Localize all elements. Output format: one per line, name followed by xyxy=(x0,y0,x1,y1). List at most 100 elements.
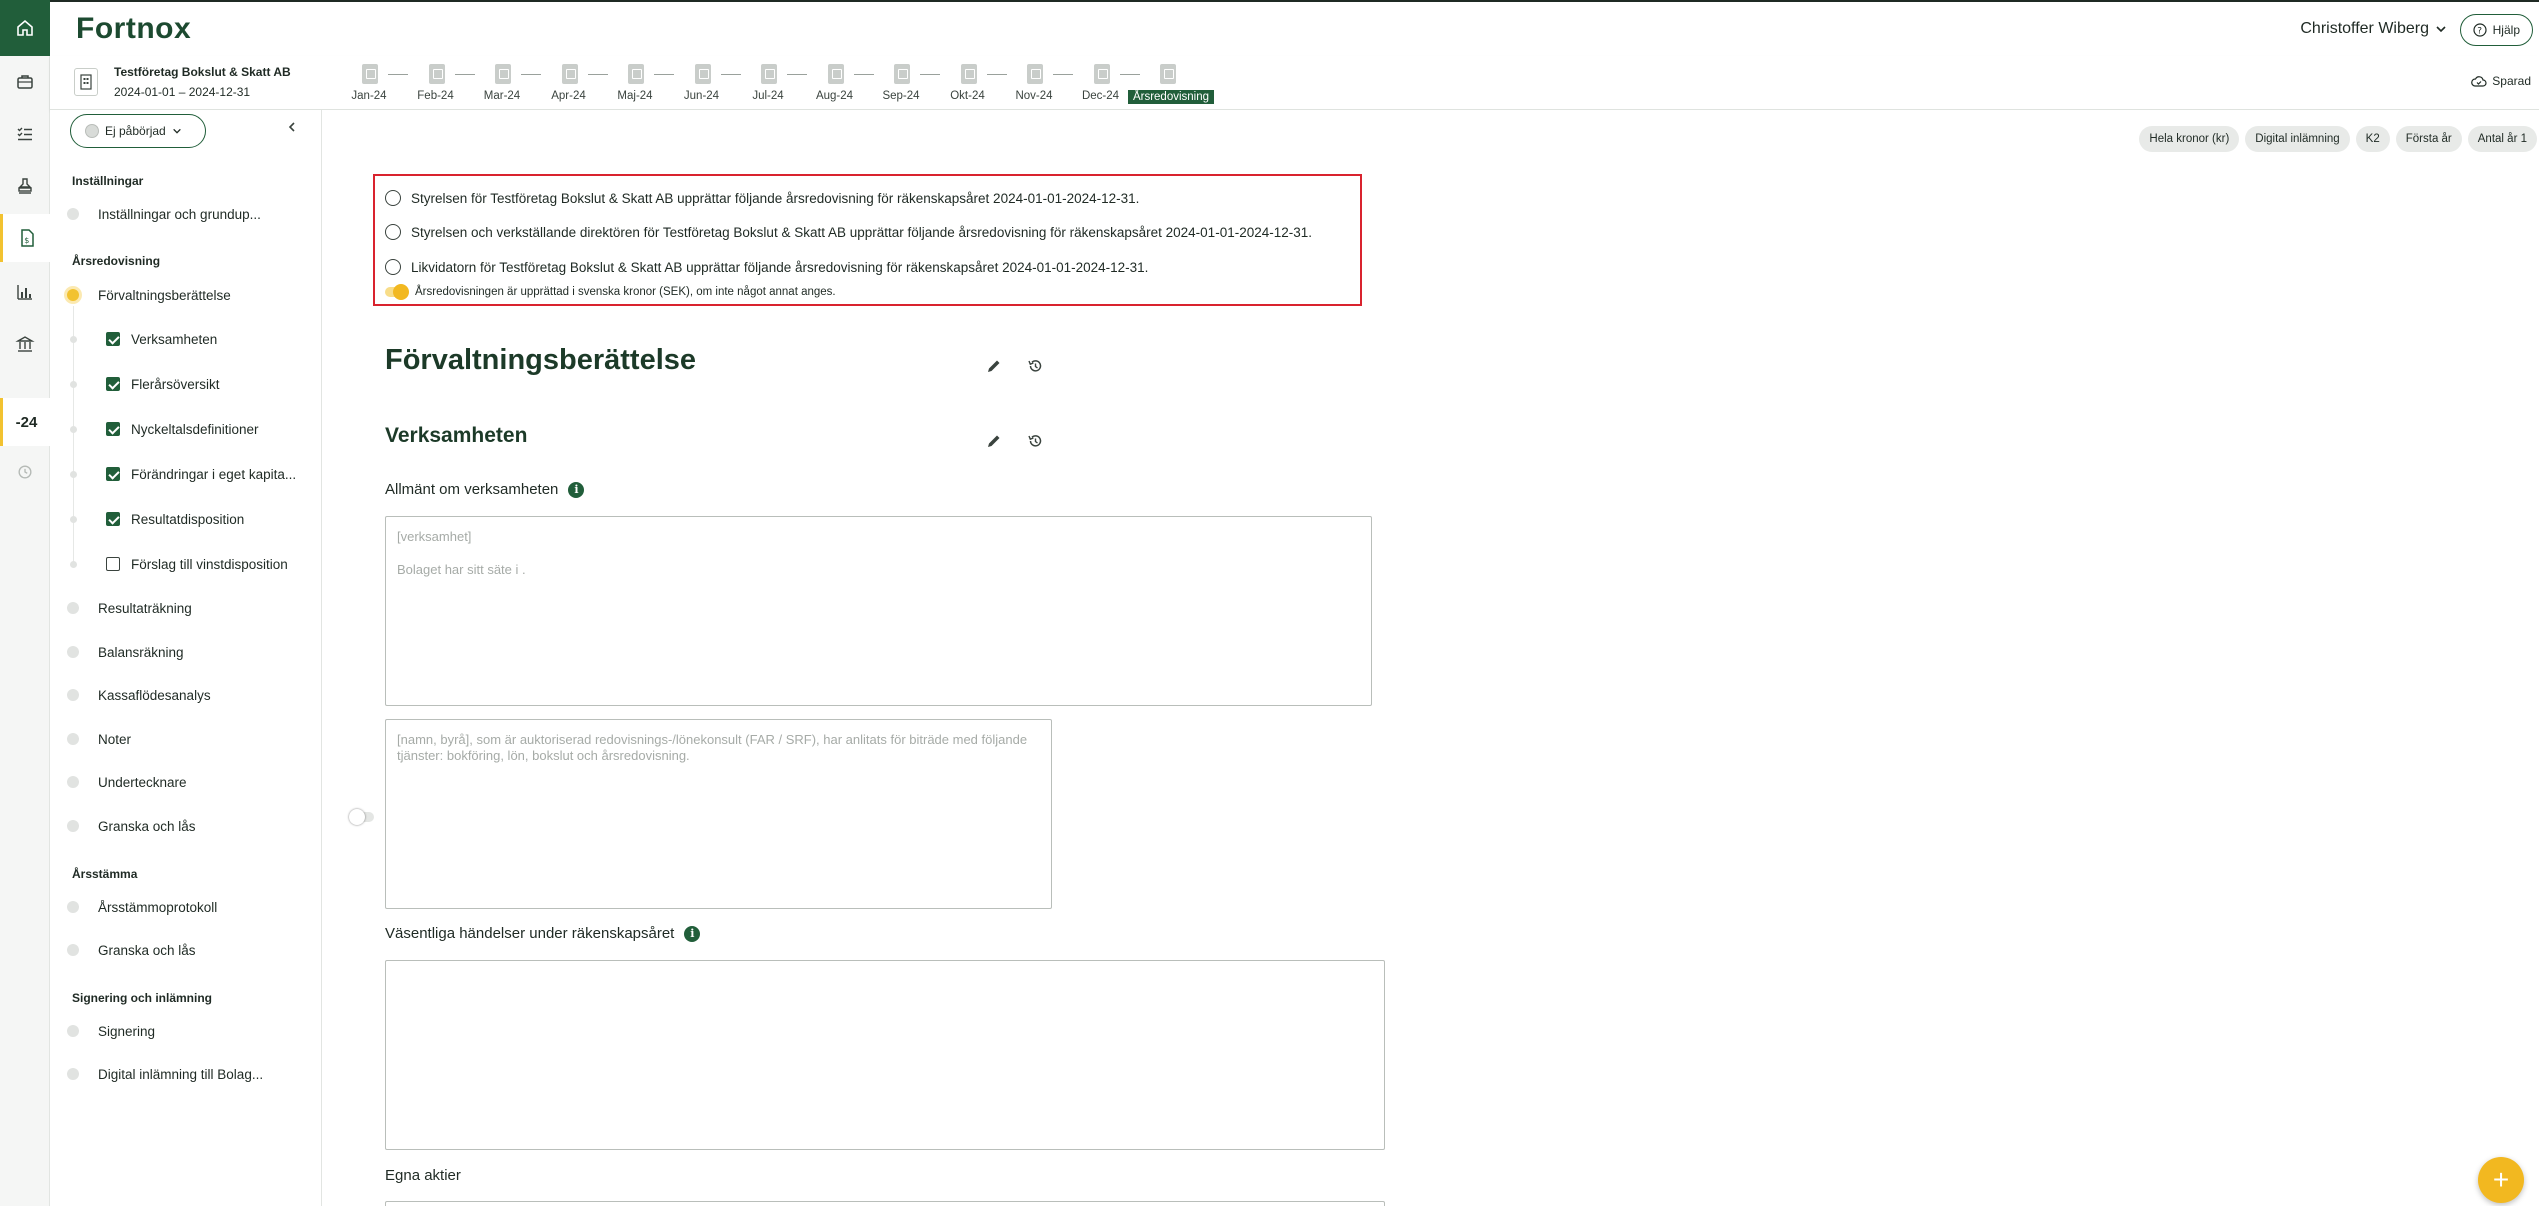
rail-history[interactable] xyxy=(0,448,50,496)
significant-events-textarea[interactable] xyxy=(385,960,1385,1150)
preparer-option-board-ceo[interactable]: Styrelsen och verkställande direktören f… xyxy=(385,221,1312,243)
month-label: Mar-24 xyxy=(483,90,521,102)
rail-year[interactable]: -24 xyxy=(0,398,50,446)
general-operations-label: Allmänt om verksamheten i xyxy=(385,481,585,498)
rail-briefcase[interactable] xyxy=(0,58,50,106)
nav-digital-submission[interactable]: Digital inlämning till Bolag... xyxy=(50,1061,322,1087)
checklist-icon xyxy=(17,127,32,141)
settings-chip[interactable]: Hela kronor (kr) xyxy=(2139,126,2240,152)
info-icon[interactable]: i xyxy=(684,925,701,942)
home-button[interactable] xyxy=(0,0,50,56)
settings-chip[interactable]: K2 xyxy=(2355,126,2390,152)
month-tab[interactable]: Jul-24 xyxy=(735,62,807,106)
checkbox-checked[interactable] xyxy=(106,422,120,436)
stamp-icon xyxy=(18,178,32,194)
nav-signing[interactable]: Signering xyxy=(50,1018,322,1044)
settings-chip[interactable]: Första år xyxy=(2395,126,2462,152)
currency-toggle-row[interactable]: Årsredovisningen är upprättad i svenska … xyxy=(385,284,836,300)
document-icon xyxy=(495,64,511,84)
month-tab[interactable]: Dec-24 xyxy=(1068,62,1140,106)
collapse-sidebar-button[interactable] xyxy=(286,120,298,138)
month-tab[interactable]: Feb-24 xyxy=(403,62,475,106)
info-icon[interactable]: i xyxy=(568,481,585,498)
nav-equity-changes[interactable]: Förändringar i eget kapita... xyxy=(50,461,322,487)
month-tab[interactable]: Sep-24 xyxy=(868,62,940,106)
nav-signatories[interactable]: Undertecknare xyxy=(50,769,322,795)
own-shares-textarea[interactable] xyxy=(385,1201,1385,1206)
significant-events-label: Väsentliga händelser under räkenskapsåre… xyxy=(385,925,701,942)
month-tab[interactable]: Aug-24 xyxy=(802,62,874,106)
checkbox-unchecked[interactable] xyxy=(106,557,120,571)
radio-button[interactable] xyxy=(385,259,401,275)
add-button[interactable]: + xyxy=(2478,1157,2524,1203)
nav-notes[interactable]: Noter xyxy=(50,726,322,752)
month-tab[interactable]: Jan-24 xyxy=(336,62,408,106)
nav-income-statement[interactable]: Resultaträkning xyxy=(50,595,322,621)
period-bar: Testföretag Bokslut & Skatt AB 2024-01-0… xyxy=(50,56,2539,110)
nav-proposal-disposition[interactable]: Förslag till vinstdisposition xyxy=(50,551,322,577)
status-dropdown[interactable]: Ej påbörjad xyxy=(70,114,206,148)
document-icon xyxy=(1093,64,1110,84)
nav-agm-minutes[interactable]: Årsstämmoprotokoll xyxy=(50,894,322,920)
rail-chart[interactable] xyxy=(0,268,50,316)
nav-key-ratios[interactable]: Nyckeltalsdefinitioner xyxy=(50,416,322,442)
month-tab[interactable]: Nov-24 xyxy=(1001,62,1073,106)
month-tab[interactable]: Okt-24 xyxy=(935,62,1007,106)
title-history-button[interactable] xyxy=(1023,354,1047,378)
document-icon xyxy=(428,64,445,84)
rail-checklist[interactable] xyxy=(0,110,50,158)
history-icon xyxy=(1028,360,1042,372)
nav-balance-sheet[interactable]: Balansräkning xyxy=(50,639,322,665)
tab-annual-report[interactable]: Årsredovisning xyxy=(1128,62,1214,106)
app-rail: $ -24 xyxy=(0,0,50,1206)
nav-cash-flow[interactable]: Kassaflödesanalys xyxy=(50,682,322,708)
rail-annual-report[interactable]: $ xyxy=(0,214,50,262)
active-step-dot xyxy=(67,289,79,301)
radio-button[interactable] xyxy=(385,190,401,206)
month-tab[interactable]: Mar-24 xyxy=(469,62,541,106)
rail-stamp[interactable] xyxy=(0,162,50,210)
chevron-down-icon xyxy=(172,128,181,134)
rail-bank[interactable] xyxy=(0,320,50,368)
month-label: Sep-24 xyxy=(882,90,920,102)
user-menu[interactable]: Christoffer Wiberg xyxy=(2300,20,2447,38)
checkbox-checked[interactable] xyxy=(106,512,120,526)
pencil-icon xyxy=(988,360,1000,372)
edit-title-button[interactable] xyxy=(982,354,1006,378)
nav-settings[interactable]: Inställningar och grundup... xyxy=(50,201,322,227)
nav-operations[interactable]: Verksamheten xyxy=(50,326,322,352)
settings-chip[interactable]: Digital inlämning xyxy=(2245,126,2350,152)
general-operations-textarea[interactable]: [verksamhet] Bolaget har sitt säte i . xyxy=(385,516,1372,706)
month-tab[interactable]: Maj-24 xyxy=(602,62,674,106)
consultant-toggle[interactable] xyxy=(349,809,374,825)
month-label: Maj-24 xyxy=(617,90,653,102)
preparer-option-liquidator[interactable]: Likvidatorn för Testföretag Bokslut & Sk… xyxy=(385,256,1148,278)
edit-section-button[interactable] xyxy=(982,429,1006,453)
nav-agm-review-lock[interactable]: Granska och lås xyxy=(50,937,322,963)
section-history-button[interactable] xyxy=(1023,429,1047,453)
preparer-option-board[interactable]: Styrelsen för Testföretag Bokslut & Skat… xyxy=(385,187,1139,209)
month-tab[interactable]: Jun-24 xyxy=(669,62,741,106)
checkbox-checked[interactable] xyxy=(106,377,120,391)
checkbox-checked[interactable] xyxy=(106,467,120,481)
checkbox-checked[interactable] xyxy=(106,332,120,346)
home-icon xyxy=(17,19,33,36)
document-icon xyxy=(362,64,378,84)
month-tab[interactable]: Apr-24 xyxy=(536,62,608,106)
company-name: Testföretag Bokslut & Skatt AB xyxy=(114,65,291,79)
nav-multi-year[interactable]: Flerårsöversikt xyxy=(50,371,322,397)
radio-button[interactable] xyxy=(385,224,401,240)
document-icon xyxy=(628,64,644,84)
consultant-textarea[interactable]: [namn, byrå], som är auktoriserad redovi… xyxy=(385,719,1052,909)
document-icon xyxy=(827,64,844,84)
help-button[interactable]: ? Hjälp xyxy=(2459,14,2533,46)
nav-profit-disposition[interactable]: Resultatdisposition xyxy=(50,506,322,532)
nav-management-report[interactable]: Förvaltningsberättelse xyxy=(50,282,322,308)
building-icon xyxy=(74,68,98,96)
report-settings-chips: Hela kronor (kr) Digital inlämning K2 Först… xyxy=(2139,126,2537,152)
nav-review-lock[interactable]: Granska och lås xyxy=(50,813,322,839)
plus-icon: + xyxy=(2492,1164,2510,1195)
currency-toggle[interactable] xyxy=(385,284,409,300)
settings-chip[interactable]: Antal år 1 xyxy=(2467,126,2537,152)
fortnox-logo[interactable]: Fortnox xyxy=(76,12,191,46)
